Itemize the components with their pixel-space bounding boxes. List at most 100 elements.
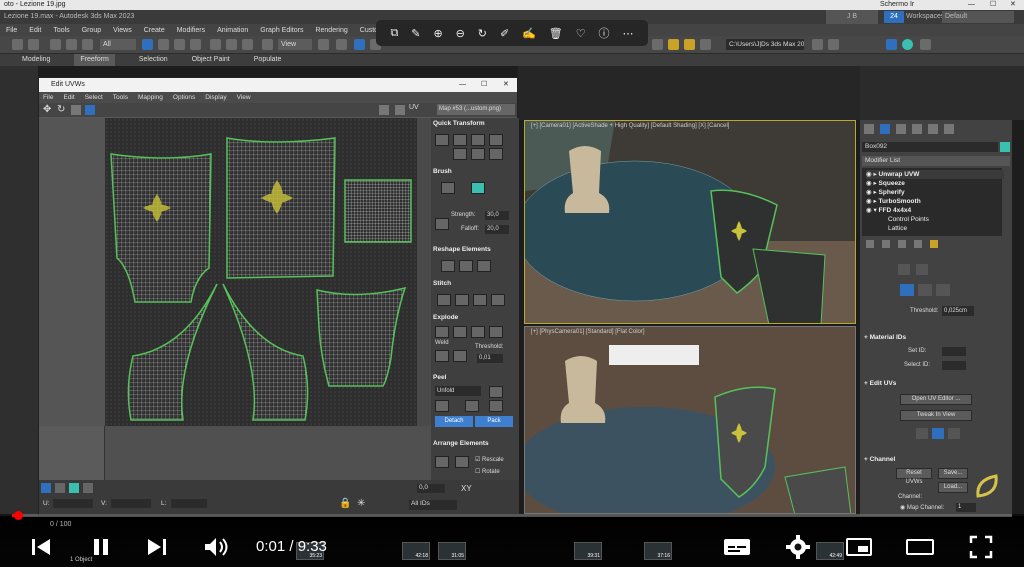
stitch-target-icon[interactable]	[491, 294, 505, 306]
select-rotate-icon[interactable]	[226, 39, 237, 50]
pack-button[interactable]: Pack	[475, 416, 513, 427]
set-id-field[interactable]	[942, 347, 966, 356]
edit-icon[interactable]: ✎	[411, 27, 420, 40]
uv-menu-select[interactable]: Select	[85, 92, 103, 103]
peel-mode-dropdown[interactable]: Unfold	[435, 386, 481, 396]
l-field[interactable]	[171, 499, 207, 508]
physical-camera-viewport-label[interactable]: [+] [PhysCamera01] [Standard] [Flat Colo…	[531, 329, 645, 335]
modifier-lattice[interactable]: Lattice	[888, 224, 907, 233]
modifier-control-points[interactable]: Control Points	[888, 215, 929, 224]
ribbon-tab-modeling[interactable]: Modeling	[22, 54, 50, 66]
undo-icon[interactable]	[12, 39, 23, 50]
channel-rollout[interactable]: + Channel	[864, 456, 895, 463]
pinch-brush-icon[interactable]	[435, 218, 449, 230]
open-uv-editor-button[interactable]: Open UV Editor ...	[900, 394, 972, 405]
volume-icon[interactable]	[202, 534, 232, 560]
move-icon[interactable]: ✥	[43, 104, 51, 115]
weld-selected-icon[interactable]	[435, 350, 449, 362]
render-setup-icon[interactable]	[652, 39, 663, 50]
uv-menu-display[interactable]: Display	[205, 92, 226, 103]
menu-graph-editors[interactable]: Graph Editors	[260, 27, 303, 34]
arrange-elements-heading[interactable]: Arrange Elements	[433, 440, 513, 450]
weld-threshold-value[interactable]: 0,01	[477, 354, 503, 363]
uv-tool-1-icon[interactable]	[916, 428, 928, 439]
vertex-select-icon[interactable]	[900, 284, 914, 296]
workspace-dropdown[interactable]: Default	[942, 11, 1014, 23]
sync-icon[interactable]	[902, 39, 913, 50]
uv-maximize-icon[interactable]: ☐	[481, 78, 487, 92]
quick-peel-icon[interactable]	[435, 400, 449, 412]
render-production-icon[interactable]	[684, 39, 695, 50]
rotate-checkbox[interactable]: ☐ Rotate	[475, 468, 500, 475]
time-badge[interactable]: 24	[884, 11, 904, 23]
uv-menu-options[interactable]: Options	[173, 92, 195, 103]
uv-axis-label[interactable]: UV	[409, 104, 419, 111]
motion-tab-icon[interactable]	[912, 124, 922, 134]
align-horizontal-icon[interactable]	[453, 134, 467, 146]
info-icon[interactable]: ⓘ	[599, 25, 610, 41]
selection-mode-icon[interactable]	[898, 264, 910, 275]
select-id-field[interactable]	[942, 361, 966, 370]
reshape-elements-heading[interactable]: Reshape Elements	[433, 246, 513, 256]
modifier-squeeze[interactable]: ◉ ▸ Squeeze	[866, 179, 905, 188]
create-tab-icon[interactable]	[864, 124, 874, 134]
object-name-field[interactable]: Box092	[862, 142, 998, 152]
next-icon[interactable]	[144, 534, 170, 560]
ribbon-tab-object-paint[interactable]: Object Paint	[192, 54, 230, 66]
edge-select-icon[interactable]	[918, 284, 932, 296]
uv-close-icon[interactable]: ✕	[503, 78, 509, 92]
explode-by-smoothing-icon[interactable]	[453, 326, 467, 338]
edit-uvs-rollout[interactable]: + Edit UVs	[864, 380, 896, 387]
subtitles-icon[interactable]	[722, 534, 752, 560]
rotate-icon[interactable]: ↻	[478, 27, 487, 40]
stitch-average-icon[interactable]	[473, 294, 487, 306]
stitch-heading[interactable]: Stitch	[433, 280, 513, 290]
align-to-center-icon[interactable]	[435, 134, 449, 146]
menu-file[interactable]: File	[6, 27, 17, 34]
relax-icon[interactable]	[459, 260, 473, 272]
uv-vertical-scrollbar[interactable]	[417, 118, 431, 426]
reset-uvws-button[interactable]: Reset UVWs	[896, 468, 932, 485]
material-id-dropdown[interactable]: All IDs	[409, 500, 457, 510]
make-unique-icon[interactable]	[898, 240, 906, 248]
save-button[interactable]: Save...	[938, 468, 968, 479]
map-channel-radio[interactable]: ◉ Map Channel:	[900, 504, 944, 511]
modifier-ffd[interactable]: ◉ ▾ FFD 4x4x4	[866, 206, 911, 215]
pivot-center-icon[interactable]	[318, 39, 329, 50]
scene-explorer-icon[interactable]	[828, 39, 839, 50]
crop-icon[interactable]: ⧉	[390, 27, 398, 40]
project-path-field[interactable]: C:\Users\J|Ds 3ds Max 202	[726, 39, 804, 50]
redo-icon[interactable]	[28, 39, 39, 50]
ribbon-tab-populate[interactable]: Populate	[254, 54, 282, 66]
face-mode-icon[interactable]	[69, 483, 79, 493]
project-folder-icon[interactable]	[812, 39, 823, 50]
peel-mode-icon[interactable]	[465, 400, 479, 412]
draw-icon[interactable]: ✍	[522, 27, 536, 40]
flip-icon[interactable]	[395, 105, 405, 115]
auto-backup-icon[interactable]	[886, 39, 897, 50]
uv-tool-2-icon[interactable]	[932, 428, 944, 439]
stitch-source-icon[interactable]	[455, 294, 469, 306]
strength-value[interactable]: 30,0	[485, 211, 509, 220]
close-icon[interactable]: ✕	[1010, 0, 1016, 10]
annotate-icon[interactable]: ✐	[500, 27, 509, 40]
uv-minimize-icon[interactable]: —	[459, 78, 466, 92]
edge-mode-icon[interactable]	[55, 483, 65, 493]
delete-icon[interactable]: 🗑	[549, 27, 563, 40]
placement-icon[interactable]	[262, 39, 273, 50]
modifier-unwrap-uvw[interactable]: ◉ ▸ Unwrap UVW	[866, 170, 1004, 179]
show-end-result-icon[interactable]	[882, 240, 890, 248]
face-select-icon[interactable]	[936, 284, 950, 296]
render-in-cloud-icon[interactable]	[700, 39, 711, 50]
pack-custom-icon[interactable]	[435, 456, 449, 468]
utilities-tab-icon[interactable]	[944, 124, 954, 134]
video-progress-bar[interactable]	[12, 514, 1012, 517]
heart-icon[interactable]: ♡	[576, 27, 586, 40]
select-manipulate-icon[interactable]	[336, 39, 347, 50]
previous-icon[interactable]	[28, 534, 54, 560]
menu-tools[interactable]: Tools	[53, 27, 69, 34]
maximize-icon[interactable]: ☐	[990, 0, 996, 10]
miniplayer-icon[interactable]	[844, 534, 874, 560]
modify-tab-icon[interactable]	[880, 124, 890, 134]
brush-heading[interactable]: Brush	[433, 168, 513, 178]
